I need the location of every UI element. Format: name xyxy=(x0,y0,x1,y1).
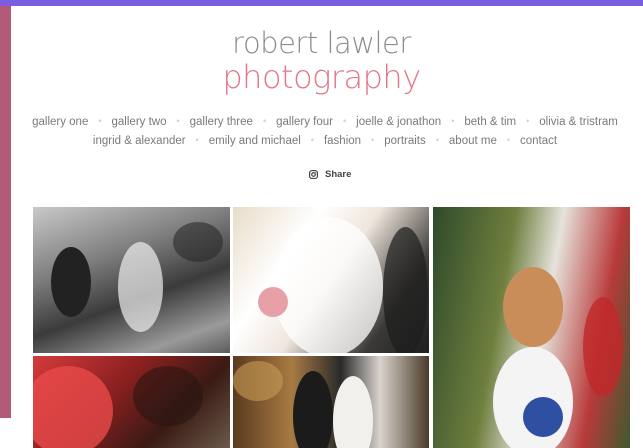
nav-gallery-four[interactable]: gallery four xyxy=(276,116,333,128)
logo-tagline[interactable]: photography xyxy=(0,58,643,96)
gallery-photo-wedding-party[interactable] xyxy=(33,207,230,353)
nav-row-1: gallery one • gallery two • gallery three • ga… xyxy=(20,116,630,128)
share-button[interactable]: Share xyxy=(309,169,351,180)
nav-row-2: ingrid & alexander • emily and michael • fas… xyxy=(20,135,630,147)
nav-separator: • xyxy=(98,116,102,126)
nav-gallery-one[interactable]: gallery one xyxy=(32,116,88,128)
nav-separator: • xyxy=(451,116,455,126)
nav-separator: • xyxy=(262,116,267,126)
nav-separator: • xyxy=(342,116,347,126)
gallery-photo-church-aisle[interactable] xyxy=(33,356,230,448)
nav-olivia-tristram[interactable]: olivia & tristram xyxy=(539,116,618,128)
share-label: Share xyxy=(325,169,352,180)
nav-separator: • xyxy=(195,135,199,145)
gallery-photo-couple-church[interactable] xyxy=(233,356,429,448)
nav-joelle-jonathon[interactable]: joelle & jonathon xyxy=(356,116,441,128)
nav-separator: • xyxy=(310,135,314,145)
nav-about-me[interactable]: about me xyxy=(449,135,497,147)
nav-fashion[interactable]: fashion xyxy=(324,135,361,147)
logo-name[interactable]: robert lawler xyxy=(0,26,643,60)
nav-separator: • xyxy=(435,135,439,145)
nav-separator: • xyxy=(526,116,530,126)
top-accent-bar xyxy=(0,0,643,6)
nav-ingrid-alexander[interactable]: ingrid & alexander xyxy=(93,135,186,147)
nav-separator: • xyxy=(176,116,180,126)
nav-contact[interactable]: contact xyxy=(520,135,557,147)
nav-emily-michael[interactable]: emily and michael xyxy=(209,135,301,147)
nav-separator: • xyxy=(371,135,375,145)
nav-separator: • xyxy=(506,135,511,145)
gallery-photo-flower-girl[interactable] xyxy=(433,207,630,448)
gallery-photo-bride-veil[interactable] xyxy=(233,207,429,353)
nav-beth-tim[interactable]: beth & tim xyxy=(464,116,516,128)
instagram-icon xyxy=(309,170,318,179)
nav-portraits[interactable]: portraits xyxy=(384,135,426,147)
nav-gallery-three[interactable]: gallery three xyxy=(190,116,253,128)
nav-gallery-two[interactable]: gallery two xyxy=(112,116,167,128)
